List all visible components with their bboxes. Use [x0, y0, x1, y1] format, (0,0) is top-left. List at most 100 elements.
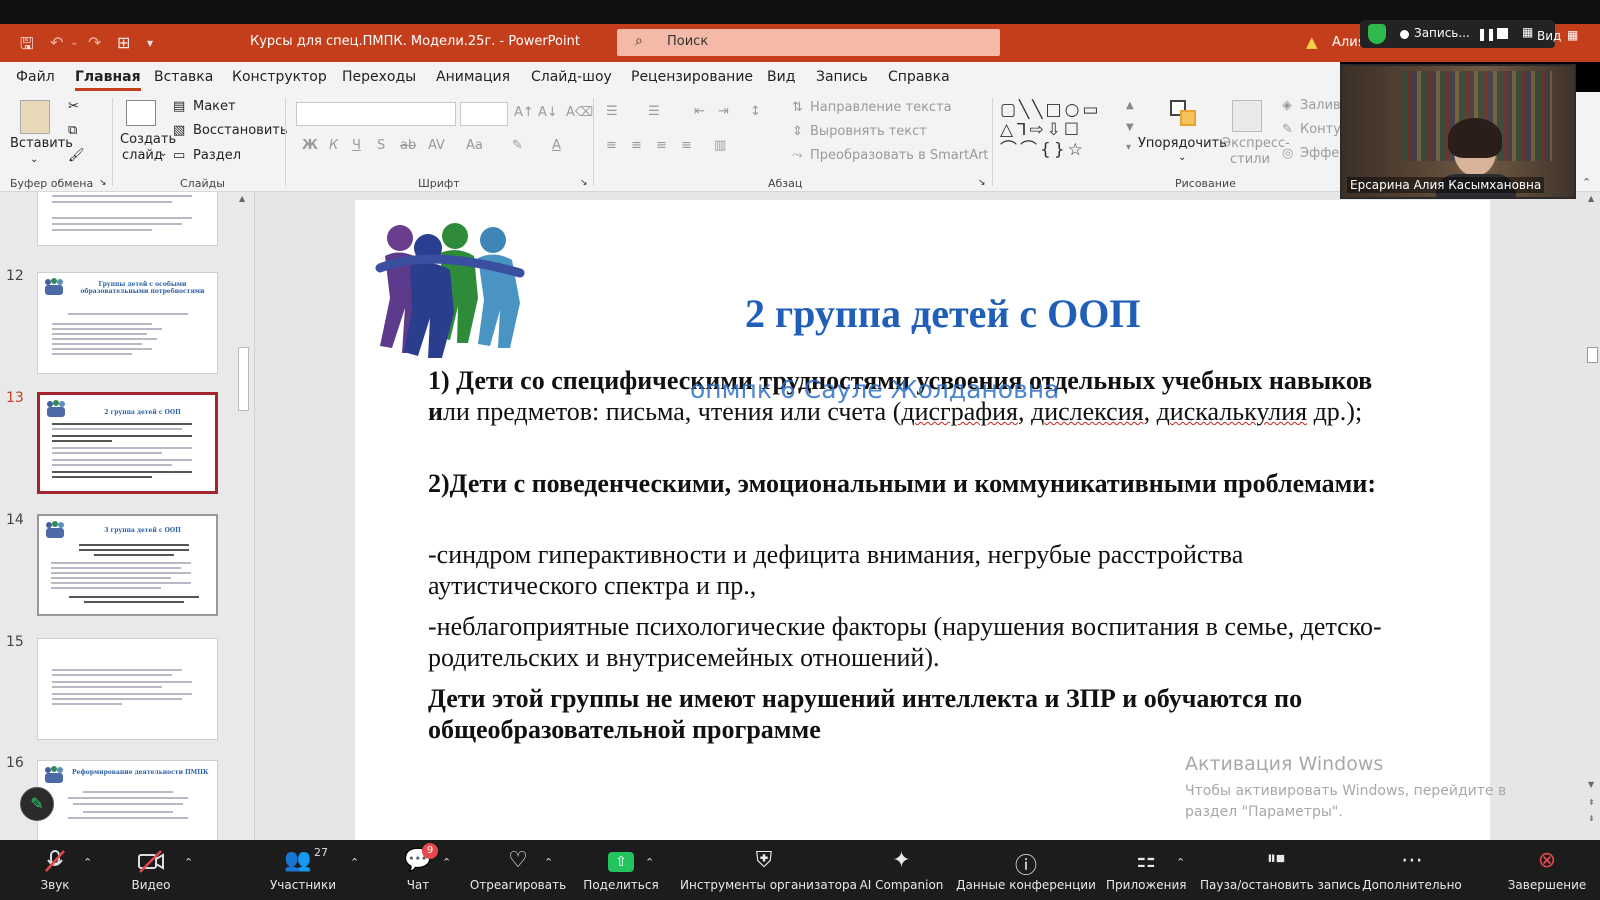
chat-options-icon[interactable]: ⌃: [442, 856, 451, 869]
tab-help[interactable]: Справка: [888, 69, 950, 85]
align-left-icon[interactable]: ≡: [606, 138, 617, 153]
video-button[interactable]: Видео: [124, 840, 178, 900]
tab-home[interactable]: Главная: [75, 69, 141, 91]
audio-options-icon[interactable]: ⌃: [83, 856, 92, 869]
annotate-pencil-icon[interactable]: ✎: [20, 787, 54, 821]
redo-icon[interactable]: ↷: [88, 33, 101, 52]
highlight-icon[interactable]: ✎: [512, 138, 523, 153]
slide-vertical-scrollbar[interactable]: ▲ ▼ ⇞ ⇟: [1585, 192, 1600, 840]
slide-thumbnails-panel[interactable]: 12 Группы детей с особыми образовательны…: [0, 192, 255, 840]
shape-fill-button[interactable]: Залив: [1300, 98, 1341, 113]
shapes-scroll-down-icon[interactable]: ▼: [1126, 122, 1134, 133]
shapes-more-icon[interactable]: ▾: [1126, 142, 1131, 153]
ai-companion-button[interactable]: ✦ AI Companion: [854, 840, 949, 900]
tab-design[interactable]: Конструктор: [232, 69, 327, 85]
quick-styles-button[interactable]: Экспресс-: [1222, 136, 1290, 151]
new-slide-button-line2[interactable]: слайд: [122, 148, 163, 163]
shapes-gallery[interactable]: ▢╲╲□○▭ △ᒣ⇨⇩☐ ⌒⌒{}☆: [1000, 100, 1120, 160]
pause-stop-recording-button[interactable]: ⏸⏹ Пауза/остановить запись: [1200, 840, 1361, 900]
decrease-indent-icon[interactable]: ⇤: [694, 104, 705, 119]
new-slide-button[interactable]: Создать: [120, 132, 176, 147]
audio-button[interactable]: Звук: [28, 840, 82, 900]
clipboard-launcher-icon[interactable]: ↘: [99, 178, 107, 188]
apps-options-icon[interactable]: ⌃: [1176, 856, 1185, 869]
paste-icon[interactable]: [20, 100, 50, 134]
collapse-ribbon-icon[interactable]: ⌃: [1582, 176, 1591, 189]
bold-icon[interactable]: Ж: [302, 138, 318, 153]
slide-thumbnail-14[interactable]: 3 группа детей с ООП: [37, 514, 218, 616]
scroll-thumb[interactable]: [238, 347, 249, 411]
slide-title[interactable]: 2 группа детей с ООП: [745, 290, 1141, 337]
arrange-dropdown-icon[interactable]: ⌄: [1178, 152, 1186, 163]
new-slide-icon[interactable]: [126, 100, 156, 126]
host-tools-button[interactable]: ⛨ Инструменты организатора: [680, 840, 857, 900]
cut-icon[interactable]: ✂: [68, 99, 79, 114]
reset-button[interactable]: Восстановить: [193, 123, 288, 138]
font-size-select[interactable]: [460, 102, 508, 126]
numbering-icon[interactable]: ☰: [648, 104, 660, 119]
participants-options-icon[interactable]: ⌃: [350, 856, 359, 869]
format-painter-icon[interactable]: 🖌: [68, 148, 85, 163]
shape-fill-icon[interactable]: ◈: [1282, 98, 1292, 113]
align-right-icon[interactable]: ≡: [656, 138, 667, 153]
shape-effects-icon[interactable]: ◎: [1282, 146, 1293, 161]
shapes-scroll-up-icon[interactable]: ▲: [1126, 100, 1134, 111]
bullets-icon[interactable]: ☰: [606, 104, 618, 119]
save-icon[interactable]: 🖫: [20, 33, 34, 60]
paragraph-launcher-icon[interactable]: ↘: [978, 178, 986, 188]
text-direction-icon[interactable]: ⇅: [792, 100, 803, 115]
layout-button[interactable]: Макет: [193, 99, 236, 114]
section-icon[interactable]: ▭: [173, 148, 185, 163]
smartart-icon[interactable]: ⤳: [792, 148, 802, 163]
slide-thumbnail-16[interactable]: Реформирование деятельности ПМПК: [37, 760, 218, 840]
clear-format-icon[interactable]: A⌫: [566, 105, 593, 120]
char-spacing-icon[interactable]: AV: [428, 138, 445, 153]
increase-font-icon[interactable]: A↑: [514, 105, 534, 120]
text-direction-button[interactable]: Направление текста: [810, 100, 952, 115]
tab-review[interactable]: Рецензирование: [631, 69, 753, 85]
tab-insert[interactable]: Вставка: [154, 69, 213, 85]
reset-icon[interactable]: ▧: [173, 123, 185, 138]
thumbnails-scrollbar[interactable]: ▲: [235, 192, 251, 840]
change-case-icon[interactable]: Aa: [466, 138, 483, 153]
current-slide[interactable]: 2 группа детей с ООП 1) Дети со специфич…: [355, 200, 1490, 840]
apps-button[interactable]: ⚏ Приложения: [1106, 840, 1187, 900]
line-spacing-icon[interactable]: ↕: [750, 104, 761, 119]
shape-effects-button[interactable]: Эффе: [1300, 146, 1339, 161]
present-icon[interactable]: ⊞: [117, 33, 130, 52]
justify-icon[interactable]: ≡: [681, 138, 692, 153]
arrange-button[interactable]: Упорядочить: [1138, 136, 1227, 151]
slide-thumbnail-15[interactable]: [37, 638, 218, 740]
font-family-select[interactable]: [296, 102, 456, 126]
video-options-icon[interactable]: ⌃: [184, 856, 193, 869]
warning-icon[interactable]: ▲: [1306, 33, 1318, 51]
more-button[interactable]: ⋯ Дополнительно: [1362, 840, 1462, 900]
underline-icon[interactable]: Ч: [352, 138, 361, 153]
tab-record[interactable]: Запись: [816, 69, 868, 85]
slide-thumbnail-13[interactable]: 2 группа детей с ООП: [37, 392, 218, 494]
customize-toolbar-icon[interactable]: ▾: [147, 36, 153, 50]
previous-slide-icon[interactable]: ⇞: [1588, 798, 1595, 807]
tab-transitions[interactable]: Переходы: [342, 69, 416, 85]
align-text-icon[interactable]: ⇕: [792, 124, 803, 139]
scroll-up-icon[interactable]: ▲: [1588, 194, 1594, 203]
view-menu[interactable]: Вид ▦: [1525, 24, 1600, 48]
paragraph-5[interactable]: Дети этой группы не имеют нарушений инте…: [428, 683, 1408, 745]
align-center-icon[interactable]: ≡: [631, 138, 642, 153]
arrange-icon[interactable]: [1170, 100, 1200, 130]
undo-dropdown-icon[interactable]: ⌄: [70, 37, 78, 48]
scroll-thumb[interactable]: [1587, 347, 1598, 363]
italic-icon[interactable]: К: [329, 138, 338, 153]
scroll-down-icon[interactable]: ▼: [1588, 780, 1594, 789]
tab-view[interactable]: Вид: [767, 69, 795, 85]
participants-button[interactable]: 👥 27 Участники: [268, 840, 338, 900]
next-slide-icon[interactable]: ⇟: [1588, 814, 1595, 823]
chat-button[interactable]: 💬 9 Чат: [392, 840, 444, 900]
font-launcher-icon[interactable]: ↘: [580, 178, 588, 188]
share-button[interactable]: ⇧ Поделиться: [576, 840, 666, 900]
tab-animation[interactable]: Анимация: [436, 69, 510, 85]
increase-indent-icon[interactable]: ⇥: [718, 104, 729, 119]
section-button[interactable]: Раздел: [193, 148, 241, 163]
paste-dropdown-icon[interactable]: ⌄: [30, 154, 38, 165]
tab-slideshow[interactable]: Слайд-шоу: [531, 69, 612, 85]
